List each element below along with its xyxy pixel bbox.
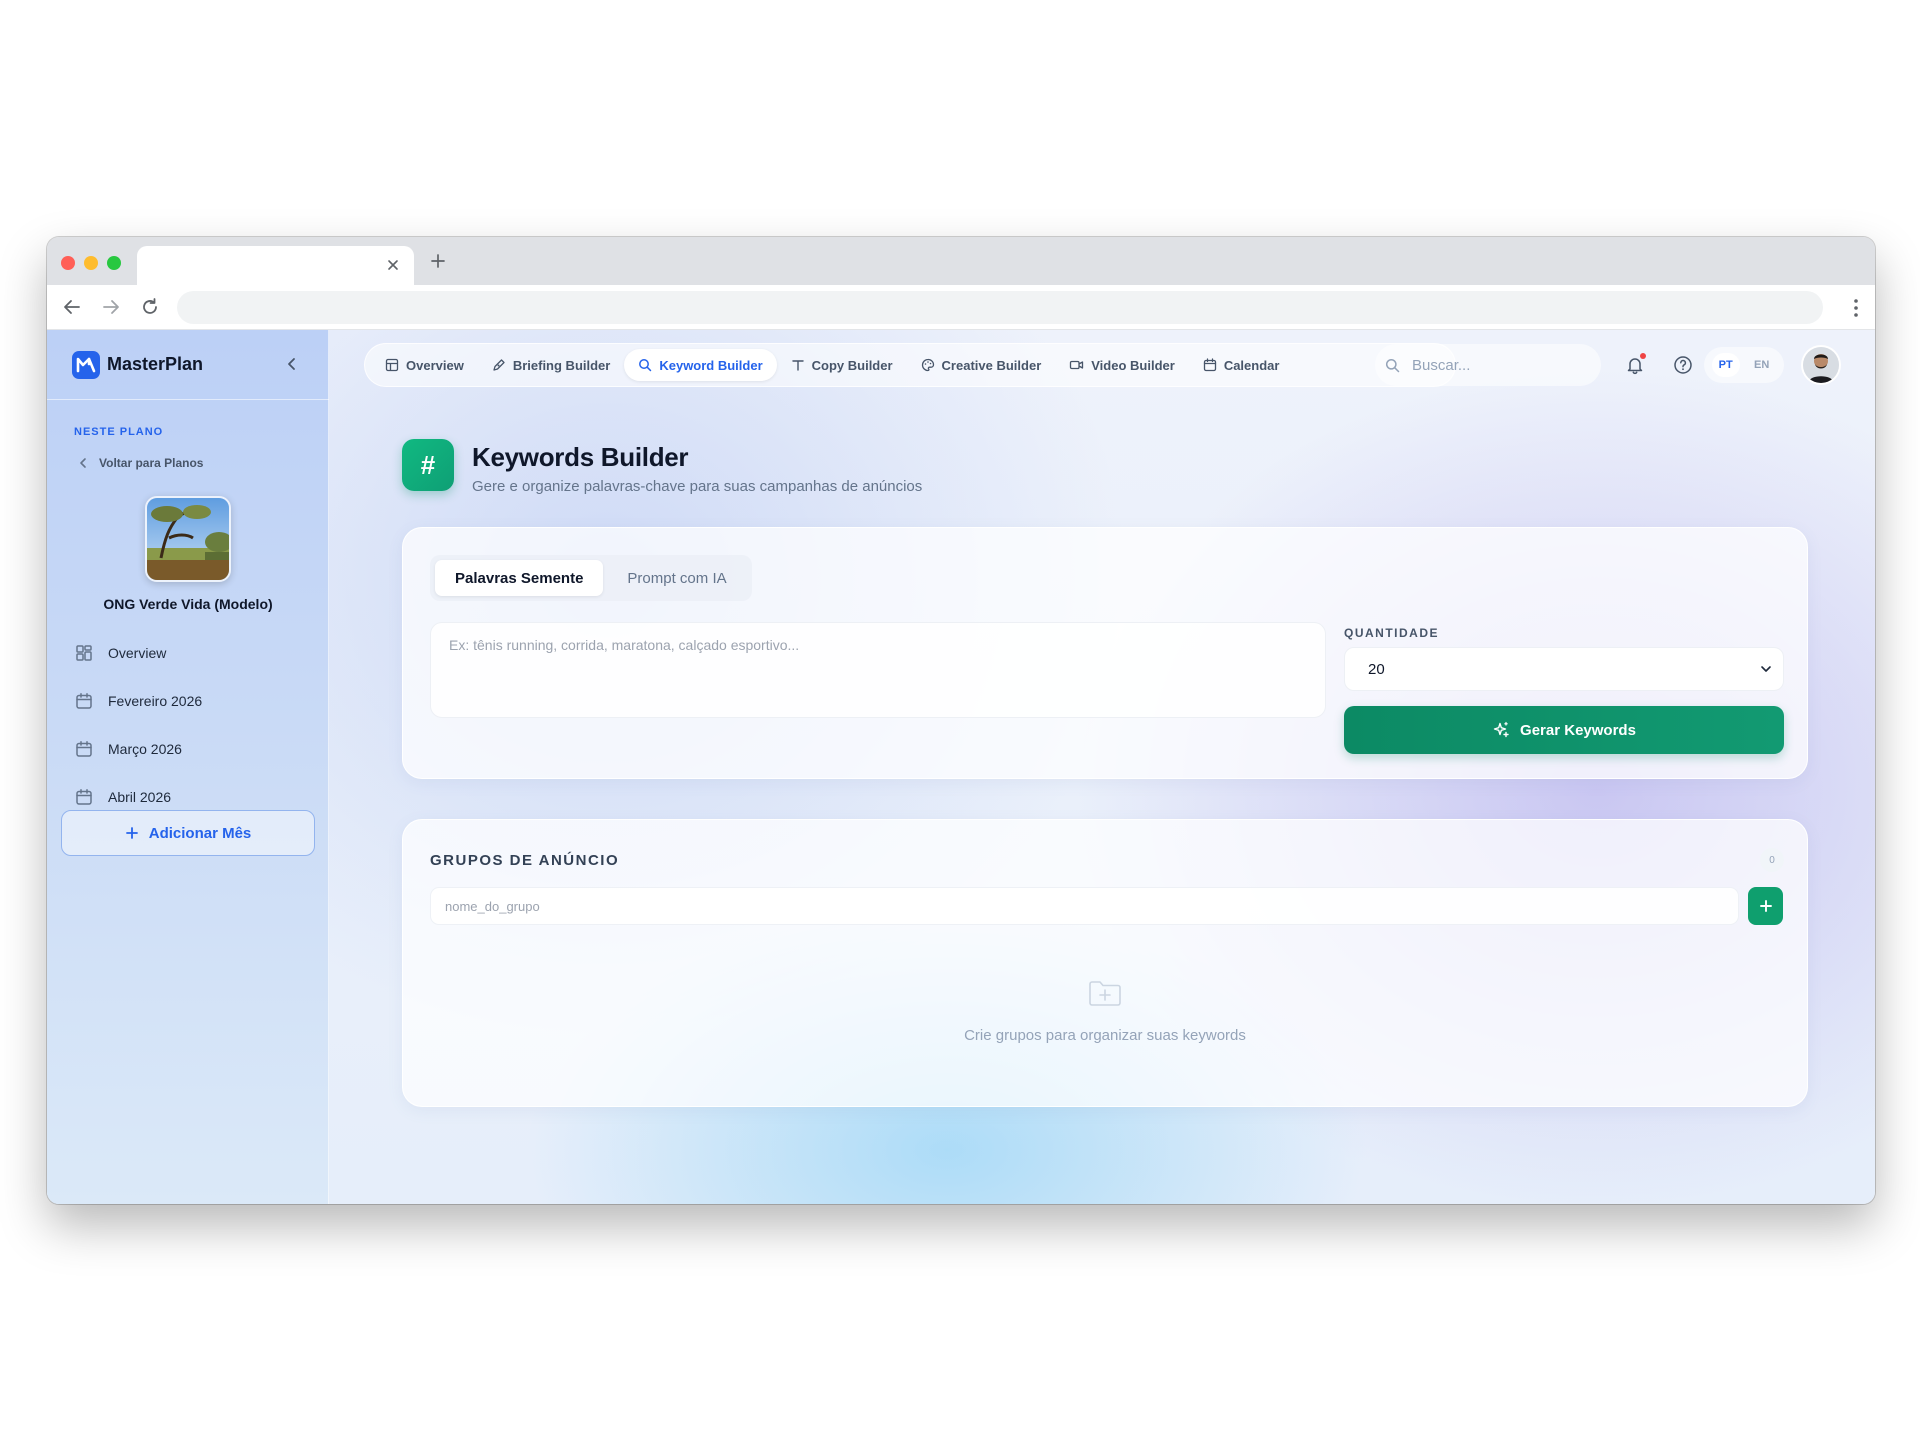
plus-icon — [125, 826, 139, 840]
page-title: Keywords Builder — [472, 442, 689, 472]
search-icon — [1385, 358, 1400, 373]
grid-icon — [75, 644, 93, 662]
seed-keywords-placeholder: Ex: tênis running, corrida, maratona, ca… — [449, 637, 800, 653]
language-switch: PT EN — [1704, 347, 1784, 383]
folder-plus-icon — [1088, 978, 1122, 1008]
seed-keywords-textarea[interactable]: Ex: tênis running, corrida, maratona, ca… — [430, 622, 1326, 718]
tab-label: Creative Builder — [941, 357, 1042, 373]
reload-icon[interactable] — [139, 296, 161, 318]
page-subtitle: Gere e organize palavras-chave para suas… — [472, 478, 923, 495]
tab-label: Video Builder — [1091, 357, 1175, 373]
tab-overview[interactable]: Overview — [371, 349, 478, 381]
group-name-input[interactable]: nome_do_grupo — [430, 887, 1739, 925]
tab-label: Overview — [406, 357, 464, 373]
tab-prompt-com-ia[interactable]: Prompt com IA — [607, 560, 746, 596]
user-avatar[interactable] — [1803, 347, 1839, 383]
sidebar-item-marco-2026[interactable]: Março 2026 — [75, 740, 182, 758]
sidebar-item-label: Overview — [108, 645, 167, 661]
search-placeholder: Buscar... — [1412, 356, 1471, 374]
help-circle-icon — [1673, 355, 1693, 375]
chevron-left-icon — [77, 457, 89, 469]
help-button[interactable] — [1664, 346, 1702, 384]
close-window-button[interactable] — [61, 256, 75, 270]
browser-tabstrip — [47, 237, 1875, 285]
video-icon — [1069, 358, 1084, 372]
generate-keywords-button[interactable]: Gerar Keywords — [1344, 706, 1784, 754]
app-root: MasterPlan NESTE PLANO Voltar para Plano… — [47, 330, 1875, 1204]
notifications-button[interactable] — [1616, 346, 1654, 384]
empty-state-text: Crie grupos para organizar suas keywords — [964, 1027, 1246, 1044]
sidebar-item-abril-2026[interactable]: Abril 2026 — [75, 788, 171, 806]
calendar-icon — [1203, 358, 1217, 372]
minimize-window-button[interactable] — [84, 256, 98, 270]
tab-keyword-builder[interactable]: Keyword Builder — [624, 349, 777, 381]
plus-icon — [1759, 899, 1773, 913]
tab-video-builder[interactable]: Video Builder — [1055, 349, 1189, 381]
calendar-icon — [75, 788, 93, 806]
add-month-label: Adicionar Mês — [148, 824, 252, 842]
search-icon — [638, 358, 652, 372]
tab-palavras-semente[interactable]: Palavras Semente — [435, 560, 604, 596]
tab-creative-builder[interactable]: Creative Builder — [907, 349, 1056, 381]
ad-groups-count-badge: 0 — [1760, 848, 1784, 872]
brand-name: MasterPlan — [107, 354, 204, 374]
keyword-generator-card: Palavras Semente Prompt com IA Ex: tênis… — [402, 527, 1808, 779]
add-group-button[interactable] — [1748, 887, 1783, 925]
calendar-icon — [75, 692, 93, 710]
tab-label: Keyword Builder — [659, 357, 763, 373]
back-to-plans-label: Voltar para Planos — [99, 456, 204, 470]
ad-groups-title: GRUPOS DE ANÚNCIO — [430, 852, 620, 869]
lang-en-button[interactable]: EN — [1747, 353, 1776, 377]
type-icon — [791, 358, 805, 372]
ad-groups-card: GRUPOS DE ANÚNCIO 0 nome_do_grupo Crie g… — [402, 819, 1808, 1107]
back-to-plans-link[interactable]: Voltar para Planos — [77, 456, 203, 470]
close-tab-icon[interactable] — [384, 256, 402, 274]
tab-label: Briefing Builder — [512, 357, 611, 373]
browser-menu-icon[interactable] — [1853, 298, 1859, 318]
section-label: NESTE PLANO — [74, 426, 164, 438]
sidebar-item-fevereiro-2026[interactable]: Fevereiro 2026 — [75, 692, 202, 710]
sidebar: MasterPlan NESTE PLANO Voltar para Plano… — [47, 330, 329, 1204]
tab-briefing-builder[interactable]: Briefing Builder — [478, 349, 625, 381]
maximize-window-button[interactable] — [107, 256, 121, 270]
quantity-value: 20 — [1368, 660, 1385, 678]
global-search-input[interactable]: Buscar... — [1375, 344, 1601, 386]
browser-toolbar — [47, 285, 1875, 330]
sidebar-item-label: Abril 2026 — [108, 789, 172, 805]
add-month-button[interactable]: Adicionar Mês — [61, 810, 315, 856]
sidebar-item-label: Março 2026 — [108, 741, 182, 757]
collapse-sidebar-icon[interactable] — [284, 356, 300, 372]
back-arrow-icon[interactable] — [61, 296, 83, 318]
browser-tab[interactable] — [137, 246, 414, 285]
lang-pt-button[interactable]: PT — [1711, 353, 1740, 377]
mode-tabs: Palavras Semente Prompt com IA — [430, 555, 752, 601]
sparkles-icon — [1492, 721, 1510, 739]
forward-arrow-icon[interactable] — [100, 296, 122, 318]
keywords-hash-icon: # — [402, 439, 454, 491]
generate-keywords-label: Gerar Keywords — [1520, 721, 1636, 739]
calendar-icon — [75, 740, 93, 758]
layout-icon — [385, 358, 399, 372]
sidebar-item-label: Fevereiro 2026 — [108, 693, 203, 709]
chevron-down-icon — [1759, 662, 1773, 676]
palette-icon — [921, 358, 935, 372]
tab-label: Calendar — [1223, 357, 1280, 373]
group-name-placeholder: nome_do_grupo — [445, 898, 540, 914]
tab-label: Copy Builder — [811, 357, 893, 373]
tab-calendar[interactable]: Calendar — [1189, 349, 1294, 381]
top-navigation: Overview Briefing Builder Keyword Builde… — [364, 343, 1456, 387]
masterplan-logo-icon — [72, 351, 100, 379]
pen-icon — [492, 358, 506, 372]
sidebar-header: MasterPlan — [47, 330, 329, 400]
address-bar[interactable] — [177, 291, 1823, 324]
quantity-label: QUANTIDADE — [1344, 626, 1439, 640]
notification-dot — [1640, 353, 1646, 359]
plan-thumbnail — [145, 496, 231, 582]
quantity-select[interactable]: 20 — [1344, 647, 1784, 691]
sidebar-item-overview[interactable]: Overview — [75, 644, 166, 662]
browser-window: MasterPlan NESTE PLANO Voltar para Plano… — [47, 237, 1875, 1204]
new-tab-icon[interactable] — [429, 252, 447, 270]
tab-copy-builder[interactable]: Copy Builder — [777, 349, 907, 381]
plan-name: ONG Verde Vida (Modelo) — [103, 596, 273, 612]
